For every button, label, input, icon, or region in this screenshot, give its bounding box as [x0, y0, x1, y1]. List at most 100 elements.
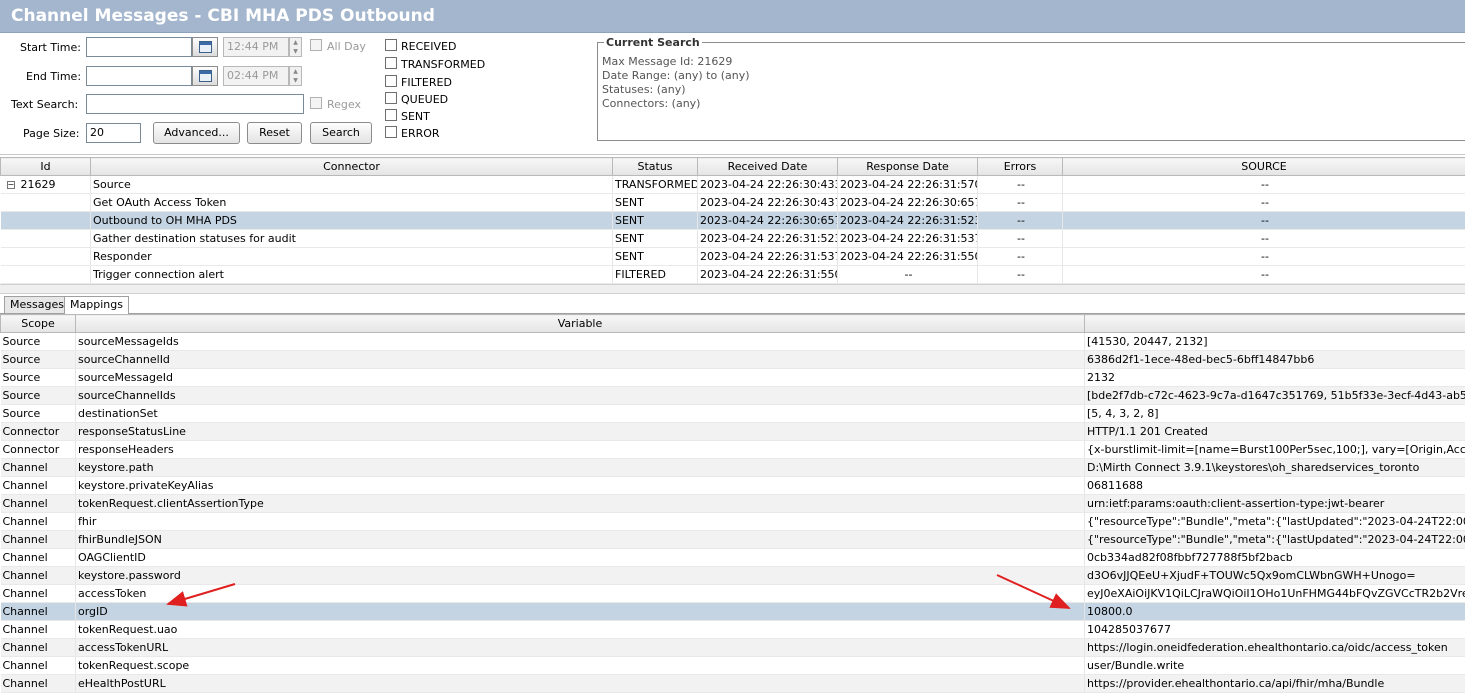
table-row[interactable]: SourcesourceChannelIds[bde2f7db-c72c-462…	[1, 387, 1465, 405]
table-row[interactable]: SourcedestinationSet[5, 4, 3, 2, 8]	[1, 405, 1465, 423]
errors-cell: --	[978, 176, 1063, 194]
value-cell: 10800.0	[1085, 603, 1465, 621]
column-header-value[interactable]	[1085, 315, 1465, 333]
table-row[interactable]: ChannelaccessTokenURLhttps://login.oneid…	[1, 639, 1465, 657]
table-row[interactable]: Gather destination statuses for audit SE…	[1, 230, 1465, 248]
received-date-cell: 2023-04-24 22:26:30:657	[698, 212, 838, 230]
table-row[interactable]: ConnectorresponseHeaders{x-burstlimit-li…	[1, 441, 1465, 459]
table-row[interactable]: ConnectorresponseStatusLineHTTP/1.1 201 …	[1, 423, 1465, 441]
value-cell: eyJ0eXAiOiJKV1QiLCJraWQiOiI1OHo1UnFHMG44…	[1085, 585, 1465, 603]
value-cell: https://login.oneidfederation.ehealthont…	[1085, 639, 1465, 657]
tab-messages[interactable]: Messages	[4, 296, 70, 313]
column-header-status[interactable]: Status	[613, 158, 698, 176]
source-cell: --	[1063, 194, 1465, 212]
connector-cell: Trigger connection alert	[91, 266, 613, 284]
status-queued-checkbox[interactable]	[385, 92, 397, 104]
end-time-label: End Time:	[26, 70, 81, 83]
advanced-button[interactable]: Advanced...	[153, 122, 240, 144]
value-cell: user/Bundle.write	[1085, 657, 1465, 675]
column-header-received-date[interactable]: Received Date	[698, 158, 838, 176]
end-time-spinner[interactable]: ▲▼	[289, 66, 302, 86]
table-row[interactable]: ChanneltokenRequest.clientAssertionTypeu…	[1, 495, 1465, 513]
table-row[interactable]: ChanneleHealthPostURLhttps://provider.eh…	[1, 675, 1465, 693]
text-search-label: Text Search:	[11, 98, 78, 111]
table-row[interactable]: ChanneltokenRequest.scopeuser/Bundle.wri…	[1, 657, 1465, 675]
status-transformed-checkbox[interactable]	[385, 57, 397, 69]
status-queued-label: QUEUED	[401, 93, 448, 106]
reset-button[interactable]: Reset	[247, 122, 302, 144]
table-row[interactable]: −21629 Source TRANSFORMED 2023-04-24 22:…	[1, 176, 1465, 194]
status-filtered-label: FILTERED	[401, 76, 452, 89]
variable-cell: keystore.path	[76, 459, 1085, 477]
column-header-response-date[interactable]: Response Date	[838, 158, 978, 176]
table-row-selected[interactable]: Outbound to OH MHA PDS SENT 2023-04-24 2…	[1, 212, 1465, 230]
start-date-input[interactable]	[86, 37, 192, 57]
end-time-input[interactable]: 02:44 PM	[223, 66, 289, 86]
page-size-input[interactable]: 20	[86, 123, 141, 143]
status-sent-label: SENT	[401, 110, 430, 123]
end-date-input[interactable]	[86, 66, 192, 86]
variable-cell: sourceChannelId	[76, 351, 1085, 369]
regex-checkbox[interactable]	[310, 97, 322, 109]
table-row[interactable]: Responder SENT 2023-04-24 22:26:31:537 2…	[1, 248, 1465, 266]
scope-cell: Channel	[1, 531, 76, 549]
id-cell: −21629	[1, 176, 91, 194]
start-time-input[interactable]: 12:44 PM	[223, 37, 289, 57]
scope-cell: Channel	[1, 495, 76, 513]
source-cell: --	[1063, 212, 1465, 230]
all-day-checkbox[interactable]	[310, 39, 322, 51]
table-row[interactable]: ChannelfhirBundleJSON{"resourceType":"Bu…	[1, 531, 1465, 549]
status-error-checkbox[interactable]	[385, 126, 397, 138]
value-cell: [bde2f7db-c72c-4623-9c7a-d1647c351769, 5…	[1085, 387, 1465, 405]
window-title: Channel Messages - CBI MHA PDS Outbound	[11, 6, 435, 26]
status-error-label: ERROR	[401, 127, 440, 140]
table-row[interactable]: ChannelaccessTokeneyJ0eXAiOiJKV1QiLCJraW…	[1, 585, 1465, 603]
end-date-calendar-button[interactable]	[192, 66, 218, 86]
table-row-selected[interactable]: ChannelorgID10800.0	[1, 603, 1465, 621]
scope-cell: Connector	[1, 423, 76, 441]
response-date-cell: --	[838, 266, 978, 284]
message-id: 21629	[21, 178, 56, 191]
column-header-variable[interactable]: Variable	[76, 315, 1085, 333]
received-date-cell: 2023-04-24 22:26:31:523	[698, 230, 838, 248]
pane-splitter[interactable]	[0, 284, 1465, 294]
table-row[interactable]: ChanneltokenRequest.uao104285037677	[1, 621, 1465, 639]
table-row[interactable]: Trigger connection alert FILTERED 2023-0…	[1, 266, 1465, 284]
tab-mappings[interactable]: Mappings	[64, 296, 129, 314]
collapse-icon[interactable]: −	[7, 181, 15, 189]
id-cell	[1, 230, 91, 248]
variable-cell: fhirBundleJSON	[76, 531, 1085, 549]
column-header-connector[interactable]: Connector	[91, 158, 613, 176]
table-row[interactable]: Channelkeystore.pathD:\Mirth Connect 3.9…	[1, 459, 1465, 477]
table-row[interactable]: SourcesourceChannelId6386d2f1-1ece-48ed-…	[1, 351, 1465, 369]
status-received-checkbox[interactable]	[385, 39, 397, 51]
messages-table: Id Connector Status Received Date Respon…	[0, 157, 1465, 284]
scope-cell: Source	[1, 351, 76, 369]
status-filtered-checkbox[interactable]	[385, 75, 397, 87]
response-date-cell: 2023-04-24 22:26:31:523	[838, 212, 978, 230]
table-row[interactable]: SourcesourceMessageId2132	[1, 369, 1465, 387]
connector-cell: Source	[91, 176, 613, 194]
table-row[interactable]: Channelkeystore.passwordd3O6vJJQEeU+Xjud…	[1, 567, 1465, 585]
current-search-title: Current Search	[604, 36, 702, 49]
start-time-spinner[interactable]: ▲▼	[289, 37, 302, 57]
table-row[interactable]: Channelfhir{"resourceType":"Bundle","met…	[1, 513, 1465, 531]
connector-cell: Gather destination statuses for audit	[91, 230, 613, 248]
start-date-calendar-button[interactable]	[192, 37, 218, 57]
text-search-input[interactable]	[86, 94, 304, 114]
table-row[interactable]: Channelkeystore.privateKeyAlias06811688	[1, 477, 1465, 495]
value-cell: 0cb334ad82f08fbbf727788f5bf2bacb	[1085, 549, 1465, 567]
column-header-errors[interactable]: Errors	[978, 158, 1063, 176]
column-header-source[interactable]: SOURCE	[1063, 158, 1465, 176]
table-row[interactable]: ChannelOAGClientID0cb334ad82f08fbbf72778…	[1, 549, 1465, 567]
variable-cell: responseHeaders	[76, 441, 1085, 459]
errors-cell: --	[978, 212, 1063, 230]
status-sent-checkbox[interactable]	[385, 109, 397, 121]
scope-cell: Channel	[1, 549, 76, 567]
value-cell: D:\Mirth Connect 3.9.1\keystores\oh_shar…	[1085, 459, 1465, 477]
search-button[interactable]: Search	[310, 122, 372, 144]
table-row[interactable]: SourcesourceMessageIds[41530, 20447, 213…	[1, 333, 1465, 351]
column-header-scope[interactable]: Scope	[1, 315, 76, 333]
column-header-id[interactable]: Id	[1, 158, 91, 176]
table-row[interactable]: Get OAuth Access Token SENT 2023-04-24 2…	[1, 194, 1465, 212]
